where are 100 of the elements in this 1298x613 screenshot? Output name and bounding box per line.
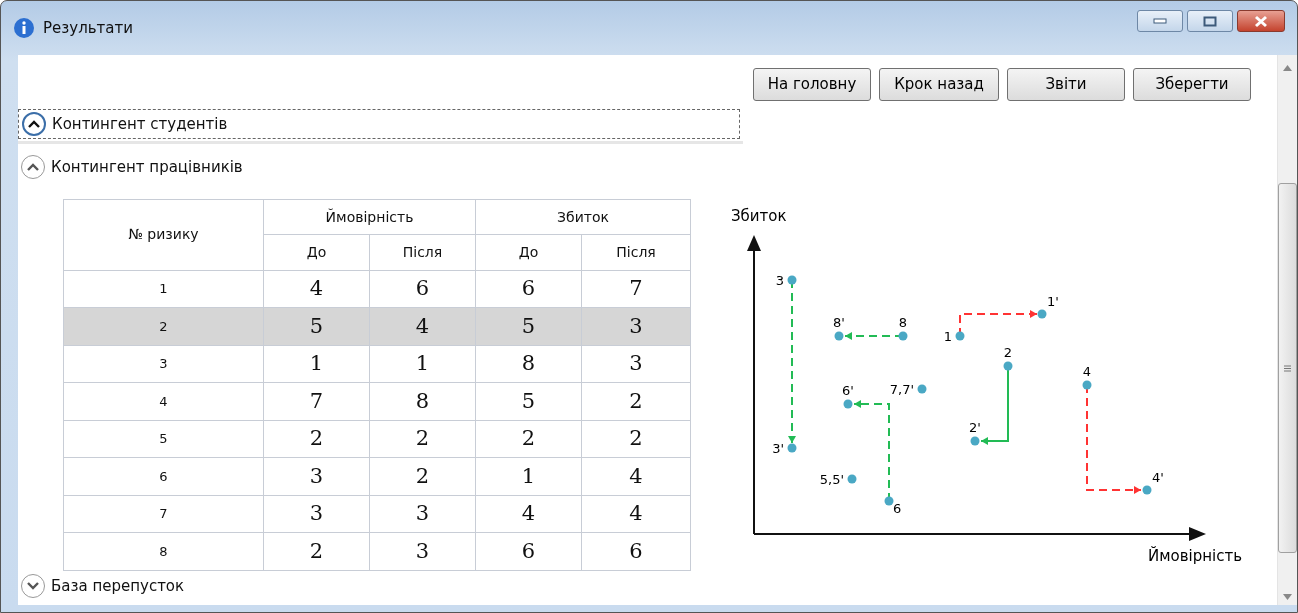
maximize-icon — [1203, 15, 1217, 27]
point-label: 1 — [943, 329, 952, 344]
nav-button[interactable]: Крок назад — [879, 68, 999, 101]
column-header: Після — [369, 234, 476, 271]
table-cell: 3 — [581, 307, 691, 346]
point-label: 6' — [842, 383, 854, 398]
table-cell: 6 — [63, 457, 264, 496]
table-cell: 3 — [369, 532, 476, 571]
point-label: 4' — [1152, 470, 1164, 485]
data-point — [1082, 380, 1092, 390]
table-cell: 3 — [263, 495, 370, 533]
table-cell: 1 — [63, 270, 264, 308]
table-cell: 2 — [581, 420, 691, 458]
table-row[interactable]: 6 3 2 1 4 — [63, 457, 691, 496]
table-cell: 2 — [369, 420, 476, 458]
axis-label: Збиток — [731, 207, 787, 225]
table-cell: 5 — [475, 382, 582, 421]
column-header: Збиток — [475, 199, 691, 235]
table-row[interactable]: 4 7 8 5 2 — [63, 382, 691, 421]
table-cell: 6 — [581, 532, 691, 571]
data-point — [1003, 361, 1013, 371]
scroll-up-icon[interactable] — [1283, 65, 1292, 71]
collapse-icon[interactable] — [22, 112, 46, 136]
data-point — [898, 331, 908, 341]
table-cell: 2 — [369, 457, 476, 496]
nav-button[interactable]: Зберегти — [1133, 68, 1251, 101]
table-row[interactable]: 1 4 6 6 7 — [63, 270, 691, 308]
window-title: Результати — [43, 17, 133, 39]
data-point — [1037, 309, 1047, 319]
table-cell: 7 — [263, 382, 370, 421]
point-label: 2' — [969, 420, 981, 435]
table-cell: 2 — [263, 532, 370, 571]
table-cell: 5 — [263, 307, 370, 346]
point-label: 5,5' — [819, 472, 844, 487]
scroll-down-icon[interactable] — [1283, 594, 1292, 600]
table-cell: 4 — [263, 270, 370, 308]
data-point — [917, 384, 927, 394]
table-row[interactable]: 2 5 4 5 3 — [63, 307, 691, 346]
nav-button[interactable]: Звіти — [1007, 68, 1125, 101]
table-cell: 6 — [475, 270, 582, 308]
column-header: Ймовірність — [263, 199, 476, 235]
table-cell: 8 — [475, 345, 582, 383]
table-cell: 2 — [263, 420, 370, 458]
table-cell: 4 — [369, 307, 476, 346]
point-label: 4 — [1082, 364, 1092, 379]
table-cell: 1 — [369, 345, 476, 383]
column-header: № ризику — [63, 199, 264, 271]
table-cell: 8 — [369, 382, 476, 421]
minimize-button[interactable] — [1137, 10, 1183, 32]
table-cell: 1 — [475, 457, 582, 496]
column-header: Після — [581, 234, 691, 271]
close-button[interactable] — [1237, 10, 1285, 32]
table-cell: 3 — [369, 495, 476, 533]
data-point — [843, 399, 853, 409]
column-header: До — [263, 234, 370, 271]
minimize-icon — [1153, 18, 1167, 24]
table-cell: 1 — [263, 345, 370, 383]
section-title[interactable]: Контингент працівників — [51, 155, 243, 179]
table-cell: 5 — [63, 420, 264, 458]
collapse-icon[interactable] — [21, 155, 45, 179]
data-point — [847, 474, 857, 484]
point-label: 7,7' — [889, 382, 914, 397]
point-label: 2 — [1003, 345, 1013, 360]
table-row[interactable]: 7 3 3 4 4 — [63, 495, 691, 533]
table-cell: 6 — [369, 270, 476, 308]
table-cell: 2 — [475, 420, 582, 458]
table-row[interactable]: 5 2 2 2 2 — [63, 420, 691, 458]
table-cell: 4 — [581, 457, 691, 496]
table-cell: 7 — [581, 270, 691, 308]
table-cell: 6 — [475, 532, 582, 571]
scroll-thumb[interactable] — [1278, 183, 1297, 553]
maximize-button[interactable] — [1187, 10, 1233, 32]
section-title[interactable]: Контингент студентів — [52, 112, 228, 136]
table-cell: 3 — [263, 457, 370, 496]
point-label: 3 — [775, 273, 784, 288]
data-point — [955, 331, 965, 341]
nav-button[interactable]: На головну — [753, 68, 871, 101]
data-point — [834, 331, 844, 341]
table-cell: 4 — [581, 495, 691, 533]
table-cell: 8 — [63, 532, 264, 571]
section-title[interactable]: База перепусток — [51, 574, 185, 598]
table-cell: 4 — [63, 382, 264, 421]
expand-icon[interactable] — [21, 574, 45, 598]
point-label: 1' — [1047, 294, 1059, 309]
scrollbar[interactable] — [1277, 55, 1297, 605]
data-point — [970, 436, 980, 446]
data-point — [1142, 485, 1152, 495]
info-icon — [13, 17, 35, 39]
table-cell: 5 — [475, 307, 582, 346]
table-cell: 7 — [63, 495, 264, 533]
table-cell: 2 — [63, 307, 264, 346]
data-point — [787, 443, 797, 453]
table-cell: 4 — [475, 495, 582, 533]
table-row[interactable]: 3 1 1 8 3 — [63, 345, 691, 383]
table-row[interactable]: 8 2 3 6 6 — [63, 532, 691, 571]
table-cell: 2 — [581, 382, 691, 421]
column-header: До — [475, 234, 582, 271]
point-label: 8 — [898, 315, 908, 330]
data-point — [787, 275, 797, 285]
point-label: 8' — [833, 315, 845, 330]
